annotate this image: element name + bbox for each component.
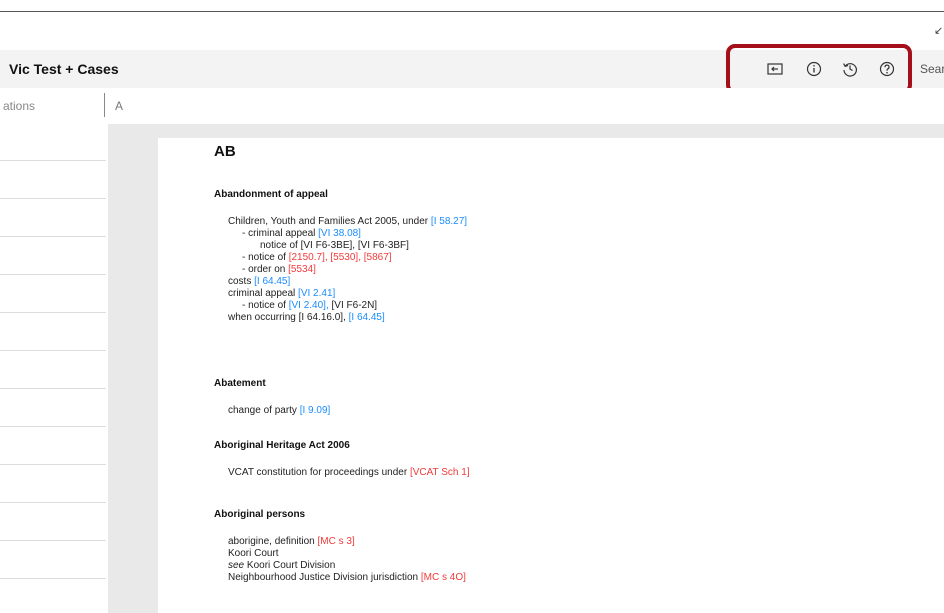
page-title: Vic Test + Cases	[9, 61, 119, 77]
index-text: costs	[228, 276, 255, 287]
index-heading: Abatement	[214, 378, 266, 389]
list-item[interactable]	[0, 464, 106, 465]
index-line: Neighbourhood Justice Division jurisdict…	[228, 572, 466, 583]
index-line: costs [I 64.45]	[228, 276, 290, 287]
index-line: - notice of [2150.7], [5530], [5867]	[242, 252, 392, 263]
index-line: - criminal appeal [VI 38.08]	[242, 228, 361, 239]
index-text: - notice of	[242, 300, 289, 311]
index-line: Koori Court	[228, 548, 279, 559]
list-item[interactable]	[0, 540, 106, 541]
reference-link[interactable]: [5530],	[330, 252, 361, 263]
index-text: Koori Court Division	[244, 560, 336, 571]
index-heading: Abandonment of appeal	[214, 189, 328, 200]
index-heading: Aboriginal Heritage Act 2006	[214, 440, 350, 451]
reference-link[interactable]: [5867]	[364, 252, 392, 263]
list-item[interactable]	[0, 426, 106, 427]
index-line: when occurring [I 64.16.0], [I 64.45]	[228, 312, 385, 323]
restore-icon[interactable]: ↙	[934, 24, 943, 37]
index-text: Koori Court	[228, 548, 279, 559]
tab-strip	[0, 88, 944, 124]
list-item[interactable]	[0, 236, 106, 237]
search-input[interactable]: Search	[920, 62, 944, 76]
toolbar-highlight	[726, 44, 912, 94]
reference-link[interactable]: [I 64.45]	[349, 312, 385, 323]
index-text: aborigine, definition	[228, 536, 318, 547]
list-item[interactable]	[0, 350, 106, 351]
list-item[interactable]	[0, 312, 106, 313]
index-line: change of party [I 9.09]	[228, 405, 330, 416]
index-line: notice of [VI F6-3BE], [VI F6-3BF]	[260, 240, 409, 251]
list-item[interactable]	[0, 160, 106, 161]
tab-citations[interactable]: ations	[3, 99, 35, 113]
list-item[interactable]	[0, 388, 106, 389]
index-line: VCAT constitution for proceedings under …	[228, 467, 470, 478]
index-text: see	[228, 560, 245, 571]
window-top-border	[0, 11, 944, 12]
reference-link[interactable]: [MC s 3]	[318, 536, 355, 547]
reference-link[interactable]: [I 64.45]	[254, 276, 290, 287]
tab-divider	[104, 93, 105, 117]
index-text: notice of [VI F6-3BE], [VI F6-3BF]	[260, 240, 409, 251]
index-line: Children, Youth and Families Act 2005, u…	[228, 216, 467, 227]
index-line: see Koori Court Division	[228, 560, 335, 571]
reference-link[interactable]: [VI 2.40],	[289, 300, 329, 311]
reference-link[interactable]: [I 9.09]	[300, 405, 331, 416]
list-item[interactable]	[0, 198, 106, 199]
index-text: - notice of	[242, 252, 289, 263]
index-text: - order on	[242, 264, 289, 275]
index-text: criminal appeal	[228, 288, 299, 299]
document-gutter	[108, 124, 158, 613]
reference-link[interactable]: [VI 2.41]	[298, 288, 335, 299]
list-item[interactable]	[0, 578, 106, 579]
index-text: VCAT constitution for proceedings under	[228, 467, 410, 478]
index-line: criminal appeal [VI 2.41]	[228, 288, 335, 299]
index-line: - notice of [VI 2.40], [VI F6-2N]	[242, 300, 377, 311]
index-text: Neighbourhood Justice Division jurisdict…	[228, 572, 421, 583]
sidebar-list	[0, 124, 108, 613]
reference-link[interactable]: [VI 38.08]	[318, 228, 361, 239]
index-heading: Aboriginal persons	[214, 509, 306, 520]
reference-link[interactable]: [MC s 4O]	[421, 572, 466, 583]
document-top-margin	[158, 124, 944, 138]
reference-link[interactable]: [I 58.27]	[431, 216, 467, 227]
tab-letter-a[interactable]: A	[115, 99, 123, 113]
reference-link[interactable]: [2150.7],	[289, 252, 328, 263]
index-text: change of party	[228, 405, 300, 416]
reference-link[interactable]: [5534]	[288, 264, 316, 275]
index-text: Children, Youth and Families Act 2005, u…	[228, 216, 431, 227]
list-item[interactable]	[0, 274, 106, 275]
index-line: - order on [5534]	[242, 264, 316, 275]
index-text: [VI F6-2N]	[328, 300, 378, 311]
index-text: - criminal appeal	[242, 228, 319, 239]
list-item[interactable]	[0, 502, 106, 503]
index-line: aborigine, definition [MC s 3]	[228, 536, 355, 547]
index-text: when occurring [I 64.16.0],	[228, 312, 349, 323]
reference-link[interactable]: [VCAT Sch 1]	[410, 467, 470, 478]
section-letter: AB	[214, 143, 236, 160]
